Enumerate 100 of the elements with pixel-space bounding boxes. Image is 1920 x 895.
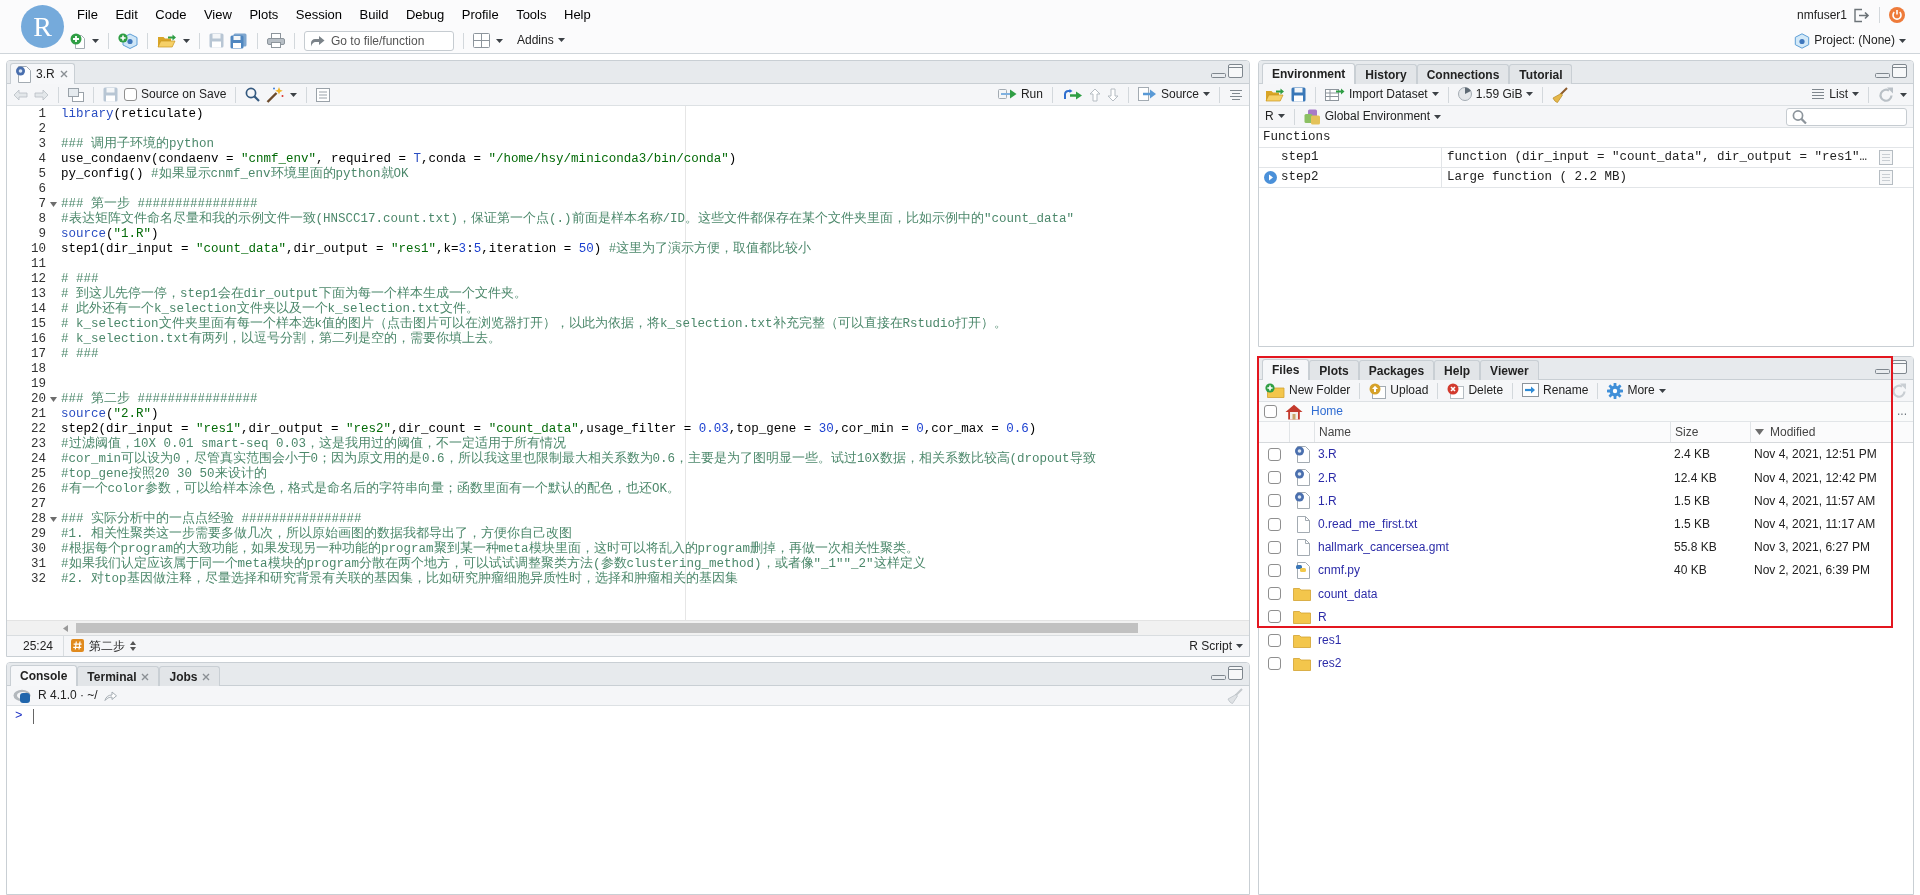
menu-item[interactable]: Plots — [249, 7, 279, 23]
minimize-icon[interactable] — [1211, 674, 1226, 680]
pane-tab[interactable]: 3.R — [10, 63, 75, 84]
caret-icon[interactable] — [183, 38, 190, 43]
search-field[interactable] — [1786, 107, 1907, 126]
checkbox[interactable] — [1267, 494, 1281, 508]
menu-item[interactable]: View — [203, 7, 232, 23]
menu-item[interactable]: Tools — [516, 7, 547, 23]
file-link[interactable]: cnmf.py — [1318, 563, 1360, 578]
pane-tab[interactable]: Jobs — [159, 666, 221, 686]
close-icon[interactable] — [141, 672, 150, 681]
checkbox[interactable] — [124, 88, 137, 101]
document-icon[interactable] — [1879, 170, 1893, 185]
pane-tab[interactable]: Files — [1262, 359, 1310, 380]
maximize-icon[interactable] — [1892, 63, 1907, 78]
checkbox[interactable] — [1267, 610, 1281, 624]
file-type-menu[interactable]: R Script — [1189, 638, 1243, 654]
import-dataset-menu[interactable]: Import Dataset — [1325, 87, 1439, 102]
checkbox[interactable] — [1267, 517, 1281, 531]
go-to-directory-icon[interactable] — [103, 690, 117, 701]
outline-icon[interactable] — [316, 87, 331, 102]
power-icon[interactable] — [1889, 7, 1905, 23]
checkbox[interactable] — [1267, 633, 1281, 647]
toolbar-button[interactable]: Upload — [1369, 382, 1429, 399]
memory-usage-menu[interactable]: 1.59 GiB — [1457, 87, 1534, 102]
go-to-file-field[interactable]: Go to file/function — [304, 30, 454, 51]
broom-icon[interactable] — [1552, 86, 1569, 103]
magic-wand-icon[interactable] — [266, 86, 285, 103]
file-link[interactable]: 2.R — [1318, 470, 1337, 485]
pane-tab[interactable]: Help — [1434, 360, 1481, 380]
more-link[interactable]: ... — [1897, 404, 1907, 419]
toolbar-button[interactable]: New Folder — [1265, 383, 1351, 398]
home-icon[interactable] — [1285, 403, 1303, 420]
open-folder-icon[interactable] — [157, 32, 177, 49]
menu-item[interactable]: Edit — [115, 7, 138, 23]
menu-icon[interactable] — [1229, 88, 1243, 101]
file-link[interactable]: R — [1318, 609, 1327, 624]
checkbox[interactable] — [1267, 448, 1281, 462]
file-link[interactable]: 0.read_me_first.txt — [1318, 516, 1418, 531]
fold-icon[interactable] — [50, 397, 57, 402]
menu-item[interactable]: Build — [359, 7, 389, 23]
pane-tab[interactable]: Tutorial — [1509, 64, 1573, 84]
menu-item[interactable]: Profile — [461, 7, 499, 23]
pane-tab[interactable]: Viewer — [1480, 360, 1539, 380]
refresh-icon[interactable] — [1891, 382, 1907, 399]
fold-icon[interactable] — [50, 517, 57, 522]
print-icon[interactable] — [267, 33, 285, 48]
close-icon[interactable] — [59, 70, 68, 78]
file-link[interactable]: hallmark_cancersea.gmt — [1318, 540, 1449, 555]
toolbar-button[interactable]: Delete — [1447, 382, 1504, 399]
fold-icon[interactable] — [50, 202, 57, 207]
minimize-icon[interactable] — [1875, 72, 1890, 78]
file-link[interactable]: res1 — [1318, 632, 1342, 647]
checkbox[interactable] — [1267, 564, 1281, 578]
up-arrow-icon[interactable] — [1088, 87, 1101, 102]
pane-tab[interactable]: Terminal — [77, 666, 160, 686]
toolbar-button[interactable]: More — [1607, 382, 1666, 399]
column-header[interactable]: Modified — [1770, 424, 1816, 440]
rerun-icon[interactable] — [1061, 88, 1083, 101]
new-project-icon[interactable] — [118, 32, 138, 49]
file-link[interactable]: count_data — [1318, 586, 1378, 601]
close-icon[interactable] — [202, 672, 211, 681]
checkbox[interactable] — [1267, 587, 1281, 601]
checkbox[interactable] — [1267, 540, 1281, 554]
minimize-icon[interactable] — [1875, 368, 1890, 374]
caret-icon[interactable] — [92, 38, 99, 43]
source-button[interactable]: Source — [1137, 87, 1210, 102]
open-folder-icon[interactable] — [1265, 86, 1285, 103]
pane-tab[interactable]: Plots — [1309, 360, 1359, 380]
toolbar-button[interactable]: Rename — [1522, 383, 1589, 398]
maximize-icon[interactable] — [1228, 63, 1243, 78]
pane-tab[interactable]: Environment — [1262, 63, 1356, 84]
pane-tab[interactable]: Console — [10, 665, 78, 686]
new-window-icon[interactable] — [68, 87, 84, 102]
checkbox[interactable] — [1264, 405, 1277, 418]
search-icon[interactable] — [245, 87, 261, 102]
pane-tab[interactable]: Packages — [1358, 360, 1435, 380]
file-link[interactable]: res2 — [1318, 656, 1342, 671]
addins-menu[interactable]: Addins — [517, 33, 565, 48]
checkbox[interactable] — [1267, 471, 1281, 485]
pane-tab[interactable]: Connections — [1416, 64, 1510, 84]
section-menu[interactable]: 第二步 — [71, 638, 136, 654]
down-arrow-icon[interactable] — [1106, 87, 1119, 102]
menu-item[interactable]: Help — [564, 7, 591, 23]
pane-tab[interactable]: History — [1355, 64, 1417, 84]
project-menu[interactable]: Project: (None) — [1794, 32, 1906, 49]
checkbox[interactable] — [1267, 656, 1281, 670]
caret-icon[interactable] — [496, 38, 503, 43]
pane-layout-icon[interactable] — [473, 33, 490, 48]
play-circle-icon[interactable] — [1263, 171, 1277, 184]
language-menu[interactable]: R — [1265, 109, 1285, 124]
caret-icon[interactable] — [290, 92, 298, 97]
column-header[interactable]: Name — [1319, 424, 1351, 440]
menu-item[interactable]: Session — [295, 7, 343, 23]
file-link[interactable]: 3.R — [1318, 447, 1337, 462]
maximize-icon[interactable] — [1228, 665, 1243, 680]
menu-item[interactable]: Debug — [405, 7, 445, 23]
home-link[interactable]: Home — [1311, 404, 1343, 419]
menu-item[interactable]: File — [77, 7, 98, 23]
document-icon[interactable] — [1879, 150, 1893, 165]
